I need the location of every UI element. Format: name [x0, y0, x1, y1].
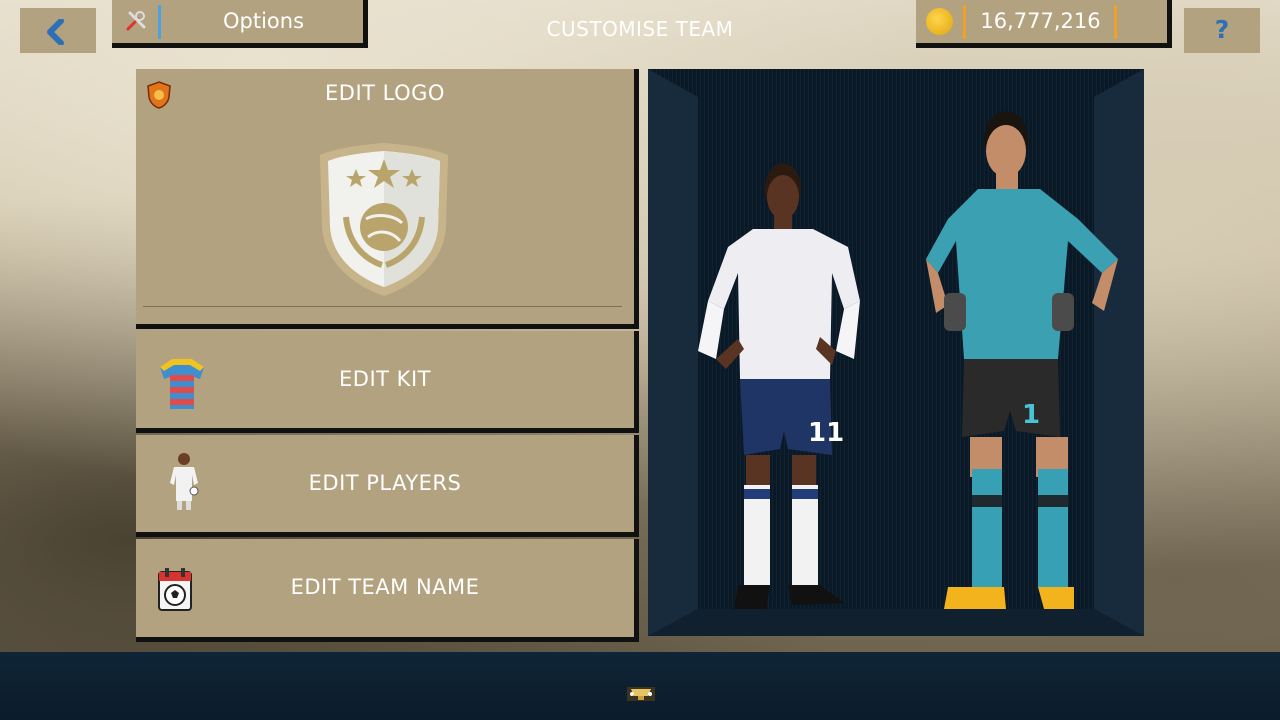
help-button[interactable]: ? [1184, 8, 1260, 53]
edit-logo-label: EDIT LOGO [325, 81, 445, 105]
coin-balance[interactable]: 16,777,216 [916, 0, 1172, 48]
coin-icon [926, 8, 953, 35]
back-button[interactable] [20, 8, 96, 53]
options-label: Options [222, 9, 305, 33]
trophy-icon [627, 687, 655, 701]
back-arrow-icon [47, 19, 64, 45]
edit-team-name-label: EDIT TEAM NAME [290, 575, 480, 599]
edit-players-label: EDIT PLAYERS [308, 471, 462, 495]
options-separator [158, 5, 161, 39]
options-button[interactable]: Options [112, 0, 368, 48]
goalkeeper-shorts-number: 1 [1022, 400, 1040, 430]
edit-team-name-button[interactable]: EDIT TEAM NAME [136, 539, 639, 642]
edit-kit-button[interactable]: EDIT KIT [136, 331, 639, 433]
edit-logo-button[interactable]: EDIT LOGO [136, 69, 639, 329]
help-icon: ? [1214, 15, 1230, 44]
coin-separator-left [963, 5, 966, 39]
coin-separator-right [1114, 5, 1117, 39]
edit-logo-divider [143, 306, 622, 307]
edit-kit-label: EDIT KIT [339, 367, 431, 391]
edit-players-button[interactable]: EDIT PLAYERS [136, 435, 639, 537]
coin-amount: 16,777,216 [980, 9, 1101, 33]
outfield-shorts-number: 11 [808, 418, 844, 448]
kit-preview-panel: 11 1 [648, 69, 1144, 636]
tools-icon [126, 11, 146, 31]
page-title: CUSTOMISE TEAM [546, 17, 734, 41]
team-crest [320, 143, 448, 296]
